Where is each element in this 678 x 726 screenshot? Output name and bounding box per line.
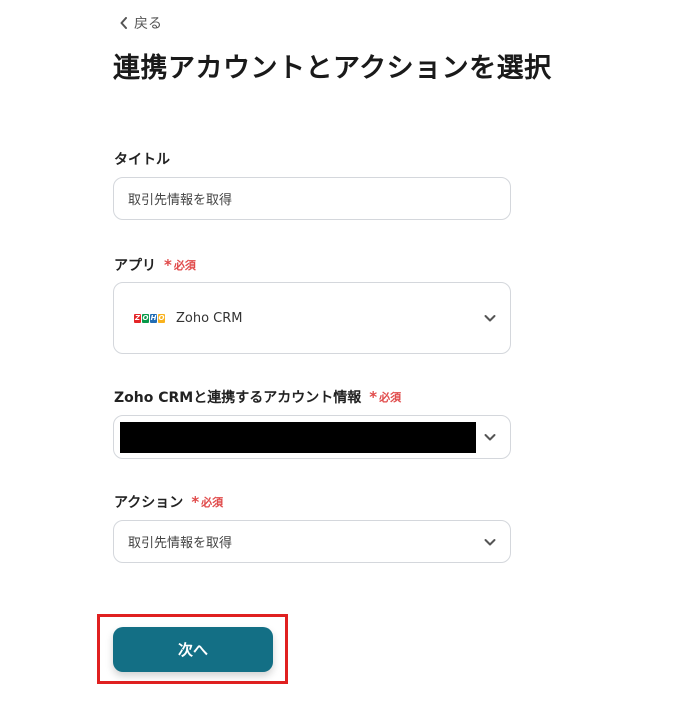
next-button[interactable]: 次へ — [113, 627, 273, 672]
chevron-down-icon — [484, 434, 496, 441]
required-badge: * 必須 — [369, 389, 401, 405]
account-label-text: Zoho CRMと連携するアカウント情報 — [114, 390, 362, 406]
page-title: 連携アカウントとアクションを選択 — [113, 53, 552, 84]
zoho-logo-letter: O — [158, 313, 165, 323]
app-field-label: アプリ * 必須 — [114, 255, 196, 275]
account-select[interactable] — [113, 415, 511, 459]
back-label: 戻る — [134, 16, 162, 32]
back-link[interactable]: 戻る — [120, 12, 162, 34]
required-text: 必須 — [379, 391, 402, 404]
action-select-value: 取引先情報を取得 — [128, 536, 233, 551]
required-text: 必須 — [173, 259, 196, 272]
required-asterisk-icon: * — [369, 387, 378, 406]
zoho-logo-letter: H — [150, 313, 157, 323]
required-badge: * 必須 — [191, 494, 223, 510]
app-name: Zoho CRM — [176, 310, 243, 326]
required-badge: * 必須 — [164, 257, 196, 273]
title-field-label: タイトル — [114, 149, 170, 169]
account-field-label: Zoho CRMと連携するアカウント情報 * 必須 — [114, 387, 401, 407]
action-select[interactable]: 取引先情報を取得 — [113, 520, 511, 563]
redacted-account-info — [120, 422, 476, 453]
required-asterisk-icon: * — [191, 492, 200, 511]
zoho-logo-letter: Z — [134, 313, 141, 323]
required-asterisk-icon: * — [164, 255, 172, 274]
required-text: 必須 — [201, 496, 224, 509]
chevron-down-icon — [484, 538, 496, 545]
title-field[interactable] — [113, 177, 511, 220]
app-select[interactable]: Z O H O Zoho CRM — [113, 282, 511, 354]
zoho-logo-icon: Z O H O — [134, 311, 166, 325]
action-label-text: アクション — [114, 495, 184, 511]
chevron-down-icon — [484, 315, 496, 322]
title-input[interactable] — [114, 191, 510, 206]
page: 戻る 連携アカウントとアクションを選択 タイトル アプリ * 必須 Z O H … — [0, 0, 678, 726]
action-field-label: アクション * 必須 — [114, 492, 223, 512]
app-label-text: アプリ — [114, 258, 156, 274]
zoho-logo-letter: O — [142, 313, 149, 323]
title-label-text: タイトル — [114, 152, 170, 168]
chevron-left-icon — [120, 17, 127, 29]
app-select-value: Z O H O Zoho CRM — [114, 311, 510, 326]
